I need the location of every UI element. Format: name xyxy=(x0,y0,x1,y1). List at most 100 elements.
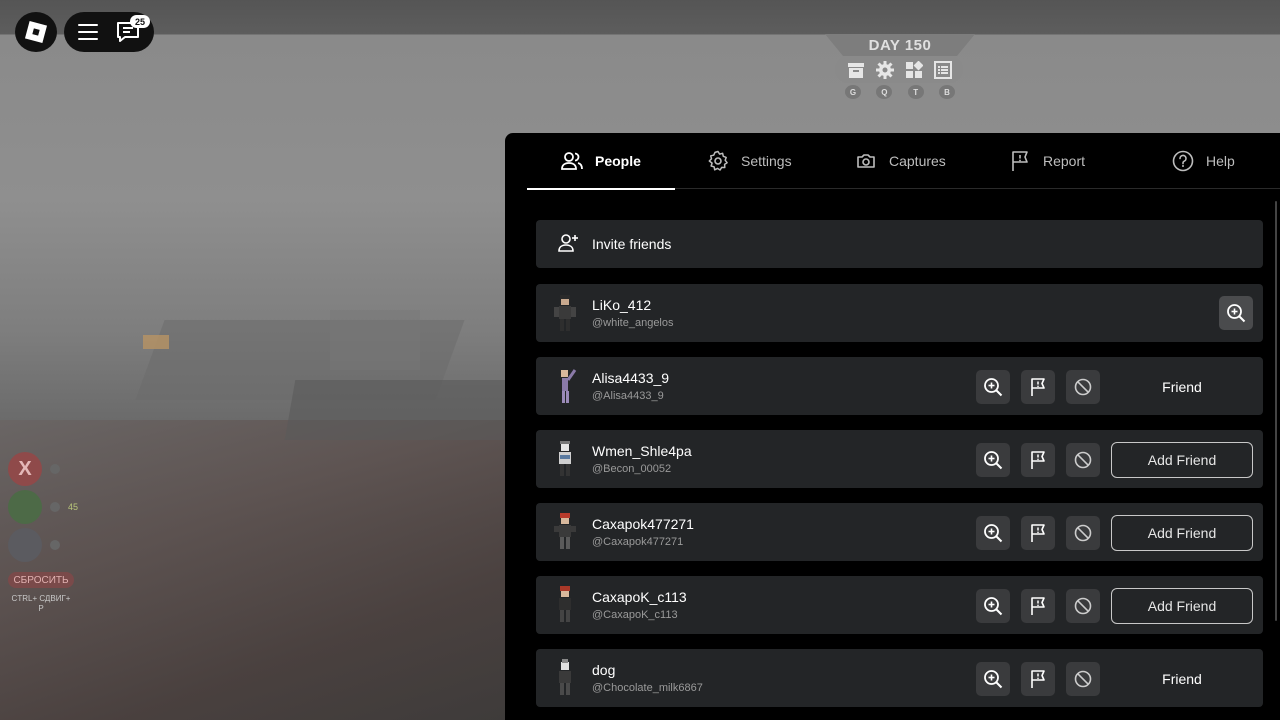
avatar xyxy=(550,293,580,333)
people-list: Invite friends LiKo_412 @white_angelos A… xyxy=(536,220,1263,707)
reset-button[interactable]: СБРОСИТЬ xyxy=(8,572,74,588)
add-friend-button[interactable]: Add Friend xyxy=(1111,588,1253,624)
camera-icon xyxy=(855,150,877,172)
report-button[interactable] xyxy=(1021,516,1055,550)
flag-icon xyxy=(1031,451,1045,469)
tab-captures[interactable]: Captures xyxy=(825,133,975,189)
zoom-in-icon xyxy=(984,524,1003,543)
display-name: Caxapok477271 xyxy=(592,516,694,532)
tab-label: People xyxy=(595,153,641,169)
day-banner: DAY 150 xyxy=(825,34,975,56)
flag-icon xyxy=(1031,378,1045,396)
add-friend-button[interactable]: Add Friend xyxy=(1111,442,1253,478)
zoom-in-icon xyxy=(984,670,1003,689)
flag-icon xyxy=(1009,150,1031,172)
hamburger-menu-icon[interactable] xyxy=(78,24,98,40)
invite-label: Invite friends xyxy=(592,236,672,252)
username: @white_angelos xyxy=(592,317,674,329)
player-row[interactable]: CaxapoK_c113 @CaxapoK_c113 Add Friend xyxy=(536,576,1263,634)
report-button[interactable] xyxy=(1021,443,1055,477)
username: @CaxapoK_c113 xyxy=(592,609,678,621)
scrollbar[interactable] xyxy=(1275,201,1277,621)
help-icon xyxy=(1172,150,1194,172)
report-button[interactable] xyxy=(1021,662,1055,696)
avatar xyxy=(550,585,580,625)
friend-status: Friend xyxy=(1162,671,1202,687)
day-counter: DAY 150 xyxy=(868,36,932,54)
hud-toolbar xyxy=(835,56,963,83)
display-name: Wmen_Shle4pa xyxy=(592,443,692,459)
key-hint: G xyxy=(845,85,861,99)
roblox-menu-button[interactable] xyxy=(15,12,57,52)
block-button[interactable] xyxy=(1066,662,1100,696)
tab-help[interactable]: Help xyxy=(1130,133,1280,189)
player-row[interactable]: dog @Chocolate_milk6867 Friend xyxy=(536,649,1263,707)
username: @Chocolate_milk6867 xyxy=(592,682,703,694)
indicator-dot xyxy=(50,540,60,550)
username: @Alisa4433_9 xyxy=(592,390,664,402)
inspect-button[interactable] xyxy=(976,589,1010,623)
tab-label: Help xyxy=(1206,153,1235,169)
username: @Caxapok477271 xyxy=(592,536,684,548)
block-icon xyxy=(1074,670,1092,688)
tab-report[interactable]: Report xyxy=(975,133,1130,189)
player-row[interactable]: Wmen_Shle4pa @Becon_00052 Add Friend xyxy=(536,430,1263,488)
reset-shortcut: CTRL+ СДВИГ+ P xyxy=(11,594,71,613)
display-name: CaxapoK_c113 xyxy=(592,589,687,605)
flag-icon xyxy=(1031,524,1045,542)
avatar xyxy=(550,512,580,552)
invite-friends-button[interactable]: Invite friends xyxy=(536,220,1263,268)
blocks-icon[interactable] xyxy=(904,60,924,80)
display-name: dog xyxy=(592,662,616,678)
tab-label: Settings xyxy=(741,153,792,169)
player-row[interactable]: Alisa4433_9 @Alisa4433_9 Friend xyxy=(536,357,1263,415)
username: @Becon_00052 xyxy=(592,463,672,475)
add-friend-button[interactable]: Add Friend xyxy=(1111,515,1253,551)
player-row[interactable]: Caxapok477271 @Caxapok477271 Add Friend xyxy=(536,503,1263,561)
gray-button[interactable] xyxy=(8,528,42,562)
indicator-dot xyxy=(50,464,60,474)
archive-icon[interactable] xyxy=(846,60,866,80)
avatar xyxy=(550,658,580,698)
chat-unread-badge: 25 xyxy=(130,15,150,28)
display-name: Alisa4433_9 xyxy=(592,370,670,386)
menu-tabs: People Settings Captures Report Help xyxy=(527,133,1280,190)
flag-icon xyxy=(1031,597,1045,615)
scene-block xyxy=(330,310,420,370)
inspect-button[interactable] xyxy=(976,516,1010,550)
scene-platform xyxy=(284,380,516,440)
inspect-button[interactable] xyxy=(1219,296,1253,330)
scene-sign xyxy=(143,335,169,349)
block-icon xyxy=(1074,524,1092,542)
friend-status: Friend xyxy=(1162,379,1202,395)
inspect-button[interactable] xyxy=(976,370,1010,404)
people-icon xyxy=(561,150,583,172)
report-button[interactable] xyxy=(1021,589,1055,623)
key-hint: T xyxy=(907,85,924,99)
block-button[interactable] xyxy=(1066,589,1100,623)
block-button[interactable] xyxy=(1066,370,1100,404)
block-button[interactable] xyxy=(1066,443,1100,477)
inspect-button[interactable] xyxy=(976,662,1010,696)
side-value: 45 xyxy=(68,502,79,512)
gear-icon[interactable] xyxy=(875,60,895,80)
gear-icon xyxy=(707,150,729,172)
player-row[interactable]: LiKo_412 @white_angelos xyxy=(536,284,1263,342)
inspect-button[interactable] xyxy=(976,443,1010,477)
flag-icon xyxy=(1031,670,1045,688)
block-button[interactable] xyxy=(1066,516,1100,550)
list-icon[interactable] xyxy=(933,60,953,80)
side-hud: X 45 СБРОСИТЬ CTRL+ СДВИГ+ P xyxy=(8,450,108,614)
report-button[interactable] xyxy=(1021,370,1055,404)
x-button[interactable]: X xyxy=(8,452,42,486)
escape-menu-panel: People Settings Captures Report Help Inv… xyxy=(505,133,1280,720)
avatar xyxy=(550,366,580,406)
key-hint: Q xyxy=(876,85,893,99)
tab-settings[interactable]: Settings xyxy=(675,133,825,189)
zoom-in-icon xyxy=(984,597,1003,616)
tab-people[interactable]: People xyxy=(527,133,675,190)
display-name: LiKo_412 xyxy=(592,297,652,313)
zoom-in-icon xyxy=(1227,304,1246,323)
key-hint: B xyxy=(938,85,955,99)
green-button[interactable] xyxy=(8,490,42,524)
